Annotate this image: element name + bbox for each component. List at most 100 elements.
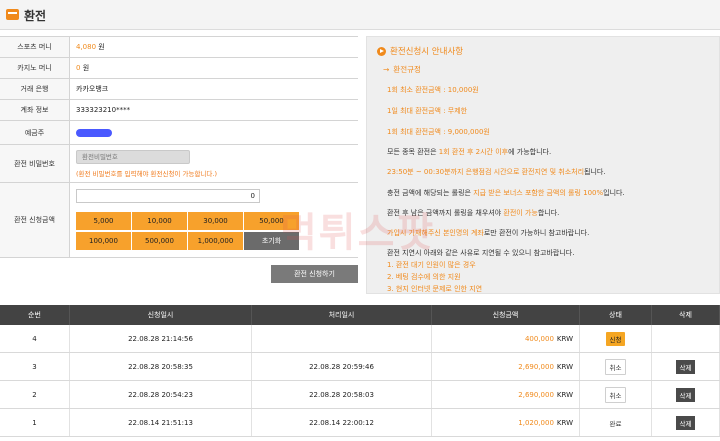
row-status: 완료 (580, 409, 652, 436)
play-circle-icon (377, 46, 386, 56)
casino-money-unit: 원 (82, 64, 90, 72)
password-input[interactable] (76, 149, 190, 164)
table-row: 4 22.08.28 21:14:56 400,000 KRW 신청 (0, 325, 720, 353)
sports-money-value: 4,080 (76, 43, 97, 51)
notice-panel: 환전신청시 안내사항 → 환전규정 1회 최소 환전금액 : 10,000원 1일… (366, 36, 720, 294)
rules-subtitle: → 환전규정 (383, 64, 421, 75)
rule-single-max: 1회 최대 환전금액 : 9,000,000원 (387, 128, 490, 136)
delay-reason-2: 2. 베팅 검수에 의한 지원 (387, 273, 461, 281)
status-badge: 취소 (604, 386, 627, 403)
sports-money-unit: 원 (98, 43, 105, 51)
delete-button[interactable]: 삭제 (675, 415, 696, 430)
table-row: 2 22.08.28 20:54:23 22.08.28 20:58:03 2,… (0, 381, 720, 409)
amount-30000-button[interactable]: 30,000 (188, 212, 244, 230)
row-requested: 22.08.14 21:51:13 (70, 409, 252, 436)
bank-row: 거래 은행 카카오뱅크 (0, 79, 358, 100)
row-no: 2 (0, 381, 70, 408)
notice-line-4: 환전 후 남은 금액까지 롤링을 채우셔야 환전이 가능합니다. (387, 209, 560, 217)
row-status: 취소 (580, 381, 652, 408)
wallet-icon (6, 9, 19, 20)
notice-line-2: 23:50분 ~ 00:30분까지 은행점검 시간으로 환전지연 및 취소처리됩… (387, 168, 606, 176)
table-row: 3 22.08.28 20:58:35 22.08.28 20:59:46 2,… (0, 353, 720, 381)
row-amount: 2,690,000 KRW (432, 381, 580, 408)
delete-button[interactable]: 삭제 (675, 359, 696, 374)
delete-button[interactable]: 삭제 (675, 387, 696, 402)
amount-50000-button[interactable]: 50,000 (244, 212, 300, 230)
account-row: 계좌 정보 333323210**** (0, 100, 358, 121)
page-header: 환전 (0, 0, 720, 30)
delay-reason-1: 1. 환전 대기 인원이 많은 경우 (387, 261, 476, 269)
amount-row: 환전 신청금액 0 5,000 10,000 30,000 50,000 100… (0, 183, 358, 258)
delay-reason-3: 3. 현지 인터넷 문제로 인한 지연 (387, 285, 483, 293)
row-processed: 22.08.14 22:00:12 (252, 409, 432, 436)
amount-1000000-button[interactable]: 1,000,000 (188, 232, 244, 250)
notice-line-3: 충전 금액에 해당되는 롤링은 지급 받은 보너스 포함한 금액의 롤링 100… (387, 189, 625, 197)
row-status: 신청 (580, 325, 652, 352)
password-label: 환전 비밀번호 (0, 145, 70, 182)
status-badge: 신청 (605, 331, 626, 346)
notice-line-5: 가입시 기재해주신 본인명의 계좌로만 환전이 가능하니 참고바랍니다. (387, 229, 590, 237)
col-no: 순번 (0, 305, 70, 325)
reset-button[interactable]: 초기화 (244, 232, 300, 250)
amount-input[interactable]: 0 (76, 189, 260, 203)
row-processed: 22.08.28 20:58:03 (252, 381, 432, 408)
history-table: 순번 신청일시 처리일시 신청금액 상태 삭제 4 22.08.28 21:14… (0, 305, 720, 437)
sports-money-row: 스포츠 머니 4,080 원 (0, 37, 358, 58)
password-note: (환전 비밀번호를 입력해야 환전신청이 가능합니다.) (76, 169, 217, 178)
row-delete-cell: 삭제 (652, 353, 720, 380)
row-amount: 2,690,000 KRW (432, 353, 580, 380)
row-processed: 22.08.28 20:59:46 (252, 353, 432, 380)
casino-money-row: 카지노 머니 0 원 (0, 58, 358, 79)
notice-title-text: 환전신청시 안내사항 (390, 47, 464, 57)
row-delete-cell: 삭제 (652, 381, 720, 408)
rules-subtitle-text: 환전규정 (393, 65, 421, 74)
row-requested: 22.08.28 20:58:35 (70, 353, 252, 380)
row-status: 취소 (580, 353, 652, 380)
row-amount: 400,000 KRW (432, 325, 580, 352)
holder-label: 예금주 (0, 121, 70, 144)
arrow-right-icon: → (383, 65, 390, 74)
status-badge: 취소 (604, 358, 627, 375)
col-processed: 처리일시 (252, 305, 432, 325)
casino-money-label: 카지노 머니 (0, 58, 70, 78)
bank-label: 거래 은행 (0, 79, 70, 99)
row-processed (252, 325, 432, 352)
holder-row: 예금주 (0, 121, 358, 145)
col-status: 상태 (580, 305, 652, 325)
row-requested: 22.08.28 20:54:23 (70, 381, 252, 408)
notice-title: 환전신청시 안내사항 (377, 45, 709, 57)
amount-5000-button[interactable]: 5,000 (76, 212, 132, 230)
rule-daily-max: 1일 최대 환전금액 : 무제한 (387, 107, 468, 115)
row-amount: 1,020,000 KRW (432, 409, 580, 436)
table-row: 1 22.08.14 21:51:13 22.08.14 22:00:12 1,… (0, 409, 720, 437)
bank-value: 카카오뱅크 (76, 85, 109, 93)
col-requested: 신청일시 (70, 305, 252, 325)
notice-line-1: 모든 종목 환전은 1회 환전 후 2시간 이후에 가능합니다. (387, 148, 552, 156)
amount-100000-button[interactable]: 100,000 (76, 232, 132, 250)
row-no: 4 (0, 325, 70, 352)
notice-line-6: 환전 지연시 아래와 같은 사유로 지연될 수 있으니 참고바랍니다. (387, 249, 575, 257)
row-no: 1 (0, 409, 70, 436)
row-delete-cell (652, 325, 720, 352)
row-requested: 22.08.28 21:14:56 (70, 325, 252, 352)
amount-500000-button[interactable]: 500,000 (132, 232, 188, 250)
exchange-form: 스포츠 머니 4,080 원 카지노 머니 0 원 거래 은행 카카오뱅크 계좌… (0, 36, 358, 258)
rule-min: 1회 최소 환전금액 : 10,000원 (387, 86, 479, 94)
amount-label: 환전 신청금액 (0, 183, 70, 257)
page-title: 환전 (24, 9, 47, 23)
col-amount: 신청금액 (432, 305, 580, 325)
account-value: 333323210**** (76, 106, 131, 114)
history-header: 순번 신청일시 처리일시 신청금액 상태 삭제 (0, 305, 720, 325)
amount-button-grid: 5,000 10,000 30,000 50,000 100,000 500,0… (76, 212, 300, 250)
password-row: 환전 비밀번호 (환전 비밀번호를 입력해야 환전신청이 가능합니다.) (0, 145, 358, 183)
casino-money-value: 0 (76, 64, 81, 72)
col-delete: 삭제 (652, 305, 720, 325)
row-delete-cell: 삭제 (652, 409, 720, 436)
row-no: 3 (0, 353, 70, 380)
sports-money-label: 스포츠 머니 (0, 37, 70, 57)
account-label: 계좌 정보 (0, 100, 70, 120)
masked-holder-name (76, 128, 112, 137)
amount-10000-button[interactable]: 10,000 (132, 212, 188, 230)
submit-exchange-button[interactable]: 환전 신청하기 (271, 265, 358, 283)
status-badge: 완료 (609, 419, 622, 428)
